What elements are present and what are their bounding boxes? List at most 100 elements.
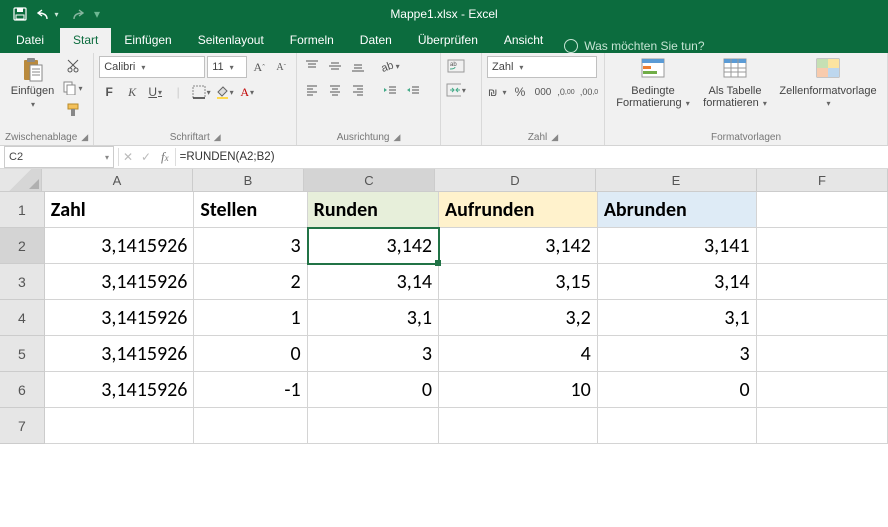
paste-button[interactable]: Einfügen ▾ bbox=[5, 56, 61, 113]
tab-überprüfen[interactable]: Überprüfen bbox=[405, 28, 491, 53]
orientation-button[interactable]: ab▾ bbox=[380, 56, 400, 76]
column-header[interactable]: B bbox=[193, 169, 304, 191]
cell[interactable]: 3,141 bbox=[598, 228, 757, 264]
align-middle-button[interactable] bbox=[325, 56, 345, 76]
cancel-formula-button[interactable]: ✕ bbox=[119, 150, 137, 164]
cell[interactable]: 0 bbox=[598, 372, 757, 408]
tab-ansicht[interactable]: Ansicht bbox=[491, 28, 556, 53]
format-painter-button[interactable] bbox=[63, 100, 83, 120]
decrease-decimal-button[interactable]: ,00,0 bbox=[579, 82, 599, 102]
dialog-launcher[interactable]: ◢ bbox=[394, 132, 401, 143]
align-center-button[interactable] bbox=[325, 80, 345, 100]
save-button[interactable] bbox=[6, 1, 34, 27]
cell[interactable]: 2 bbox=[194, 264, 307, 300]
cell[interactable]: 3 bbox=[194, 228, 307, 264]
cell[interactable]: 3,1415926 bbox=[45, 336, 195, 372]
cell[interactable]: Aufrunden bbox=[439, 192, 598, 228]
tab-formeln[interactable]: Formeln bbox=[277, 28, 347, 53]
cell[interactable]: 4 bbox=[439, 336, 598, 372]
tab-einfügen[interactable]: Einfügen bbox=[111, 28, 184, 53]
cell[interactable]: 3 bbox=[598, 336, 757, 372]
italic-button[interactable]: K bbox=[122, 82, 142, 102]
column-header[interactable]: A bbox=[42, 169, 193, 191]
column-header[interactable]: F bbox=[757, 169, 888, 191]
align-right-button[interactable] bbox=[348, 80, 368, 100]
chevron-down-icon[interactable]: ▾ bbox=[90, 7, 104, 21]
cell[interactable]: 3 bbox=[308, 336, 439, 372]
cell[interactable]: 10 bbox=[439, 372, 598, 408]
redo-button[interactable] bbox=[62, 1, 90, 27]
font-color-button[interactable]: A▾ bbox=[237, 82, 257, 102]
cell[interactable] bbox=[757, 192, 888, 228]
row-header[interactable]: 7 bbox=[0, 408, 45, 444]
comma-button[interactable]: 000 bbox=[533, 82, 553, 102]
cell[interactable] bbox=[757, 408, 888, 444]
cell[interactable]: 3,142 bbox=[308, 228, 439, 264]
column-header[interactable]: C bbox=[304, 169, 435, 191]
cell[interactable]: 3,15 bbox=[439, 264, 598, 300]
column-header[interactable]: E bbox=[596, 169, 757, 191]
cell-styles-button[interactable]: Zellenformatvorlage▾ bbox=[774, 56, 882, 112]
align-left-button[interactable] bbox=[302, 80, 322, 100]
confirm-formula-button[interactable]: ✓ bbox=[137, 150, 155, 164]
cell[interactable]: 3,1 bbox=[598, 300, 757, 336]
accounting-button[interactable]: ₪▾ bbox=[487, 82, 507, 102]
cell[interactable] bbox=[439, 408, 598, 444]
grow-font-button[interactable]: Aˆ bbox=[249, 57, 269, 77]
bold-button[interactable]: F bbox=[99, 82, 119, 102]
tab-file[interactable]: Datei bbox=[0, 28, 60, 53]
underline-button[interactable]: U▾ bbox=[145, 82, 165, 102]
cut-button[interactable] bbox=[63, 56, 83, 76]
row-header[interactable]: 2 bbox=[0, 228, 45, 264]
cell[interactable] bbox=[757, 300, 888, 336]
fill-color-button[interactable]: ▾ bbox=[214, 82, 234, 102]
row-header[interactable]: 5 bbox=[0, 336, 45, 372]
tell-me-search[interactable]: Was möchten Sie tun? bbox=[564, 39, 704, 53]
cell[interactable]: 3,14 bbox=[598, 264, 757, 300]
cell[interactable]: 3,1 bbox=[308, 300, 439, 336]
cell[interactable]: 3,1415926 bbox=[45, 228, 195, 264]
font-size-combo[interactable]: 11▾ bbox=[207, 56, 247, 78]
cell[interactable]: 3,1415926 bbox=[45, 264, 195, 300]
cell[interactable] bbox=[757, 336, 888, 372]
cell[interactable]: 3,142 bbox=[439, 228, 598, 264]
select-all-corner[interactable] bbox=[0, 169, 42, 191]
row-header[interactable]: 3 bbox=[0, 264, 45, 300]
increase-indent-button[interactable] bbox=[403, 80, 423, 100]
cell[interactable]: 0 bbox=[308, 372, 439, 408]
align-bottom-button[interactable] bbox=[348, 56, 368, 76]
cell[interactable] bbox=[757, 372, 888, 408]
cell[interactable] bbox=[45, 408, 195, 444]
format-as-table-button[interactable]: Als Tabelle formatieren ▾ bbox=[696, 56, 774, 112]
tab-daten[interactable]: Daten bbox=[347, 28, 405, 53]
cell[interactable]: 3,1415926 bbox=[45, 300, 195, 336]
cell[interactable]: Stellen bbox=[194, 192, 307, 228]
undo-button[interactable]: ▾ bbox=[34, 1, 62, 27]
row-header[interactable]: 4 bbox=[0, 300, 45, 336]
copy-button[interactable]: ▾ bbox=[63, 78, 83, 98]
align-top-button[interactable] bbox=[302, 56, 322, 76]
cell[interactable] bbox=[194, 408, 307, 444]
formula-input[interactable]: =RUNDEN(A2;B2) bbox=[176, 151, 888, 163]
cell[interactable]: 0 bbox=[194, 336, 307, 372]
conditional-formatting-button[interactable]: Bedingte Formatierung ▾ bbox=[610, 56, 696, 112]
merge-button[interactable]: ▾ bbox=[446, 80, 466, 100]
number-format-combo[interactable]: Zahl▾ bbox=[487, 56, 597, 78]
name-box[interactable]: C2▾ bbox=[4, 146, 114, 168]
fx-icon[interactable]: fx bbox=[161, 149, 169, 165]
cell[interactable] bbox=[598, 408, 757, 444]
font-name-combo[interactable]: Calibri▾ bbox=[99, 56, 205, 78]
cell[interactable]: Runden bbox=[308, 192, 439, 228]
row-header[interactable]: 1 bbox=[0, 192, 45, 228]
cell[interactable]: 3,2 bbox=[439, 300, 598, 336]
tab-seitenlayout[interactable]: Seitenlayout bbox=[185, 28, 277, 53]
cell[interactable]: -1 bbox=[194, 372, 307, 408]
cell[interactable] bbox=[308, 408, 439, 444]
cell[interactable]: Zahl bbox=[45, 192, 195, 228]
increase-decimal-button[interactable]: ,0,00 bbox=[556, 82, 576, 102]
column-header[interactable]: D bbox=[435, 169, 596, 191]
dialog-launcher[interactable]: ◢ bbox=[214, 132, 221, 143]
dialog-launcher[interactable]: ◢ bbox=[551, 132, 558, 143]
tab-start[interactable]: Start bbox=[60, 28, 111, 53]
row-header[interactable]: 6 bbox=[0, 372, 45, 408]
